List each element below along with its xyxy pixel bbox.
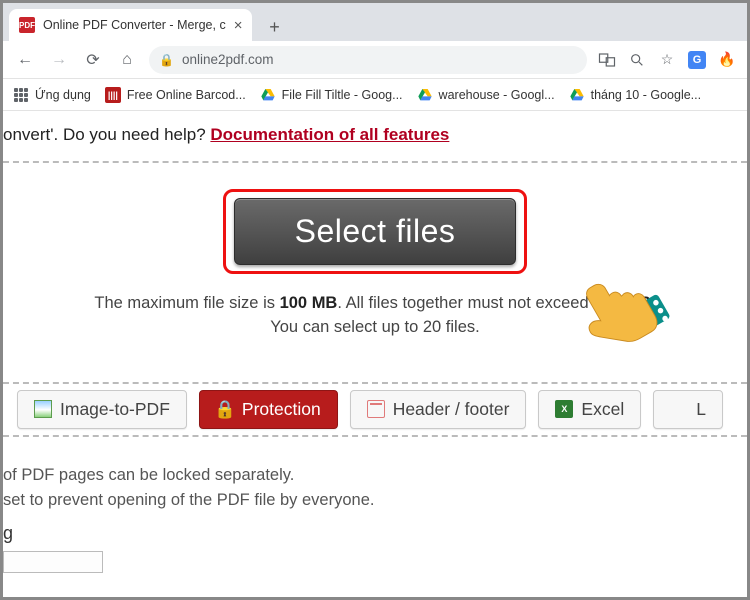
bookmark-filefill[interactable]: File Fill Tiltle - Goog... [260,87,403,103]
apps-shortcut[interactable]: Ứng dụng [13,87,91,103]
bookmark-label: Free Online Barcod... [127,88,246,102]
tab-label: Header / footer [393,399,510,420]
documentation-link[interactable]: Documentation of all features [210,125,449,144]
tab-header-footer[interactable]: Header / footer [350,390,527,429]
barcode-favicon-icon: |||| [105,87,121,103]
page-icon [367,400,385,418]
forward-button[interactable]: → [47,48,71,72]
tab-label: Image-to-PDF [60,399,170,420]
bookmark-thang10[interactable]: tháng 10 - Google... [569,87,702,103]
browser-tab[interactable]: PDF Online PDF Converter - Merge, c × [9,9,252,41]
limits-bold: 100 MB [280,294,338,312]
bookmark-label: warehouse - Googl... [439,88,555,102]
tab-label: Protection [242,399,321,420]
tab-label: L [696,399,706,420]
options-tabs: Image-to-PDF 🔒 Protection Header / foote… [3,382,747,437]
input-box-partial[interactable] [3,551,103,573]
bookmark-label: tháng 10 - Google... [591,88,702,102]
zoom-icon[interactable] [627,50,647,70]
tab-image-to-pdf[interactable]: Image-to-PDF [17,390,187,429]
desc-line1: of PDF pages can be locked separately. [3,463,741,488]
limits-part: . [651,294,656,312]
tab-layout-partial[interactable]: L [653,390,723,429]
tab-excel[interactable]: X Excel [538,390,641,429]
new-tab-button[interactable]: + [260,13,288,41]
limits-line2: You can select up to 20 files. [270,318,479,336]
translate-icon[interactable] [597,50,617,70]
close-tab-icon[interactable]: × [234,17,243,34]
browser-tab-strip: PDF Online PDF Converter - Merge, c × + [3,3,747,41]
select-files-button[interactable]: Select files [234,198,517,265]
image-icon [34,400,52,418]
select-files-highlight: Select files [223,189,528,274]
bookmark-barcode[interactable]: |||| Free Online Barcod... [105,87,246,103]
pdf-favicon-icon: PDF [19,17,35,33]
star-icon[interactable]: ☆ [657,50,677,70]
bookmark-label: File Fill Tiltle - Goog... [282,88,403,102]
page-content: onvert'. Do you need help? Documentation… [3,111,747,579]
limits-bold: 150 MB [593,294,651,312]
apps-grid-icon [13,87,29,103]
layout-grid-icon [670,400,688,418]
bookmarks-bar: Ứng dụng |||| Free Online Barcod... File… [3,79,747,111]
browser-toolbar: ← → ⟳ ⌂ 🔒 online2pdf.com ☆ G 🔥 [3,41,747,79]
partial-text: g [3,520,741,547]
google-translate-ext-icon[interactable]: G [687,50,707,70]
lock-icon: 🔒 [216,400,234,418]
fire-ext-icon[interactable]: 🔥 [717,50,737,70]
help-line: onvert'. Do you need help? Documentation… [3,111,747,161]
help-prefix: onvert'. Do you need help? [3,125,210,144]
file-limits-text: The maximum file size is 100 MB. All fil… [3,292,747,340]
desc-line2: set to prevent opening of the PDF file b… [3,488,741,513]
protection-description: of PDF pages can be locked separately. s… [3,437,747,580]
reload-button[interactable]: ⟳ [81,48,105,72]
gdrive-favicon-icon [417,87,433,103]
lock-icon: 🔒 [159,53,174,67]
gdrive-favicon-icon [260,87,276,103]
tab-protection[interactable]: 🔒 Protection [199,390,338,429]
home-button[interactable]: ⌂ [115,48,139,72]
limits-part: . All files together must not exceed [337,294,593,312]
url-text: online2pdf.com [182,52,274,67]
limits-part: The maximum file size is [94,294,279,312]
gdrive-favicon-icon [569,87,585,103]
select-files-area: Select files The maximum file size is 10… [3,163,747,360]
apps-label: Ứng dụng [35,88,91,102]
back-button[interactable]: ← [13,48,37,72]
tab-label: Excel [581,399,624,420]
address-bar[interactable]: 🔒 online2pdf.com [149,46,587,74]
excel-icon: X [555,400,573,418]
bookmark-warehouse[interactable]: warehouse - Googl... [417,87,555,103]
tab-title: Online PDF Converter - Merge, c [43,18,226,32]
